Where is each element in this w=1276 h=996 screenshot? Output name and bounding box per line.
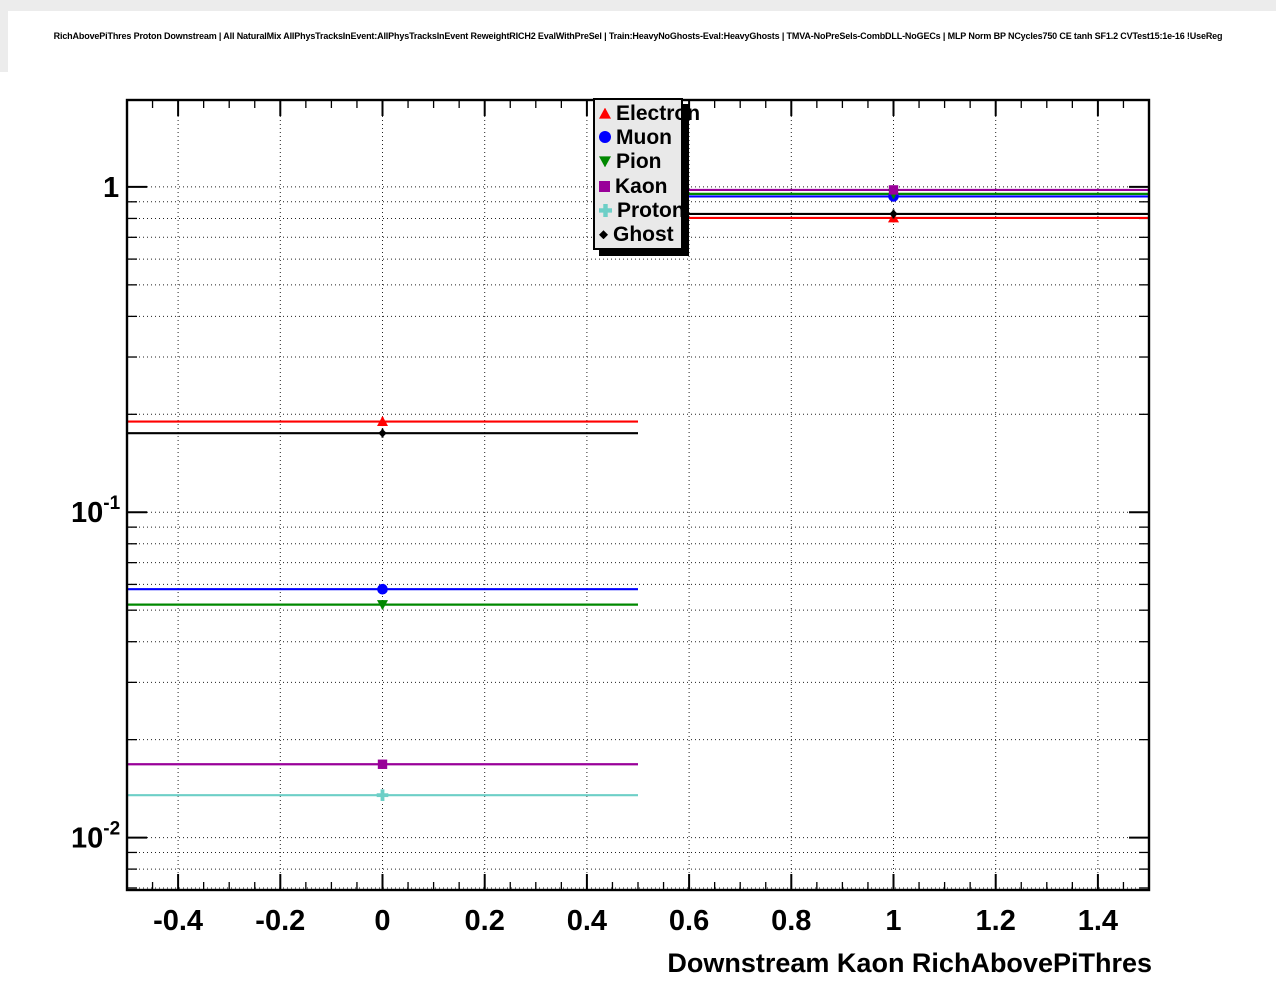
pion-triangle-down-icon [599,156,611,168]
svg-text:1.2: 1.2 [976,905,1016,937]
svg-text:0.4: 0.4 [567,905,607,937]
legend-item-muon: Muon [599,125,681,149]
svg-text:-0.4: -0.4 [153,905,203,937]
x-axis-title: Downstream Kaon RichAbovePiThres [667,948,1152,978]
series-kaon-markers [377,185,899,769]
svg-text:1: 1 [103,172,119,204]
legend-label: Muon [616,125,672,149]
legend-label: Proton [617,198,685,222]
series-muon-markers [377,191,899,595]
svg-text:0.8: 0.8 [771,905,811,937]
electron-triangle-up-icon [599,107,611,119]
proton-plus-icon [599,203,612,217]
legend-label: Electron [616,101,701,125]
svg-text:0.6: 0.6 [669,905,709,937]
svg-text:10-1: 10-1 [71,493,121,529]
legend-label: Kaon [615,174,668,198]
ghost-diamond-icon [599,230,608,240]
series-pion-line [127,192,1149,606]
svg-text:10-2: 10-2 [71,819,120,855]
root-canvas: RichAbovePiThres Proton Downstream | All… [0,0,1276,996]
svg-text:1.4: 1.4 [1078,905,1118,937]
legend-label: Ghost [613,223,674,247]
y-tick-labels: 1 10-1 10-2 [71,172,121,855]
kaon-square-icon [599,180,610,192]
svg-text:1: 1 [885,905,901,937]
svg-text:0.2: 0.2 [465,905,505,937]
svg-text:0: 0 [374,905,390,937]
svg-text:Downstream Kaon RichAbovePiThr: Downstream Kaon RichAbovePiThres [667,948,1152,978]
legend-item-ghost: Ghost [599,223,681,247]
legend-item-proton: Proton [599,198,685,222]
series-pion-markers [377,189,899,611]
legend-item-pion: Pion [599,150,681,174]
legend-item-kaon: Kaon [599,174,681,198]
x-tick-labels: -0.4 -0.2 0 0.2 0.4 0.6 0.8 1 1.2 1.4 [153,905,1118,937]
legend-item-electron: Electron [599,101,700,125]
legend-box: Electron Muon Pion Kaon Proton Ghost [593,98,700,250]
series-proton-markers [376,789,389,801]
muon-circle-icon [599,131,611,144]
legend-label: Pion [616,150,662,174]
svg-text:-0.2: -0.2 [255,905,305,937]
